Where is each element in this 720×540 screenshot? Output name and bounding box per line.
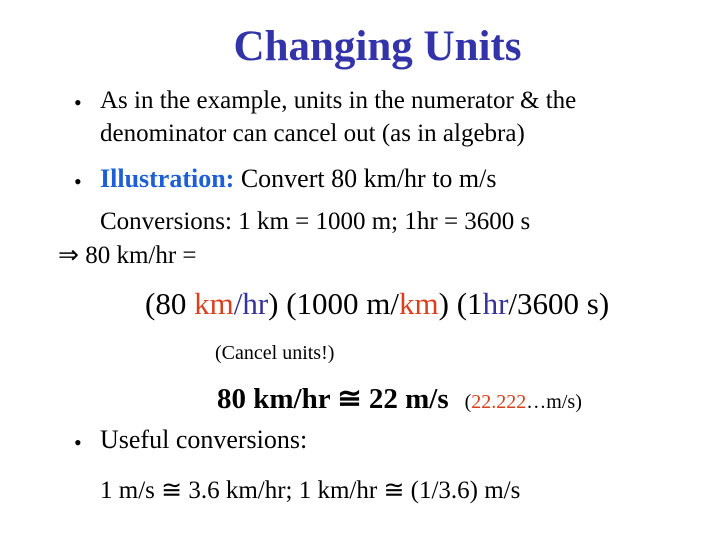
conversions-line: Conversions: 1 km = 1000 m; 1hr = 3600 s: [100, 208, 531, 235]
unit-hr: hr: [482, 286, 509, 321]
useful-conversions: 1 m/s ≅ 3.6 km/hr; 1 km/hr ≅ (1/3.6) m/s: [100, 477, 521, 504]
bullet-1-line-2: denominator can cancel out (as in algebr…: [100, 120, 525, 147]
bullet-marker: •: [74, 90, 82, 115]
unit-hr: hr: [242, 286, 269, 321]
result-paren: …m/s): [526, 391, 582, 413]
implies-icon: ⇒: [58, 242, 79, 269]
useful-conversions-label: Useful conversions:: [100, 425, 308, 454]
bullet-marker: •: [74, 430, 82, 455]
expr-part: ) (1000 m/: [268, 286, 400, 321]
illustration-label: Illustration:: [100, 164, 235, 193]
implies-line: ⇒ 80 km/hr =: [58, 240, 197, 272]
implies-text: 80 km/hr =: [78, 242, 197, 269]
result-approx: 80 km/hr ≅ 22 m/s: [217, 383, 449, 415]
conversion-expression: (80 km/hr) (1000 m/km) (1hr/3600 s): [145, 286, 609, 322]
cancel-note: (Cancel units!): [215, 342, 335, 364]
illustration-text: Convert 80 km/hr to m/s: [234, 164, 497, 193]
unit-km: km: [399, 286, 439, 321]
bullet-1-line-1: As in the example, units in the numerato…: [100, 87, 577, 114]
bullet-marker: •: [74, 169, 82, 194]
bullet-2: Illustration: Convert 80 km/hr to m/s: [100, 163, 497, 195]
result-exact: 22.222: [471, 391, 527, 413]
expr-part: /3600 s): [508, 286, 610, 321]
result-line: 80 km/hr ≅ 22 m/s (22.222…m/s): [217, 381, 582, 416]
slide-title: Changing Units: [233, 23, 522, 70]
unit-km: km: [194, 286, 234, 321]
expr-part: ) (1: [438, 286, 483, 321]
expr-part: (80: [145, 286, 195, 321]
